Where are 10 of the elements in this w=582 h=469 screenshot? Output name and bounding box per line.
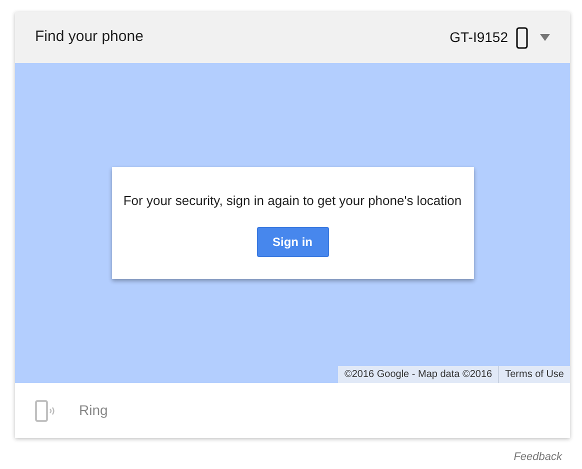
device-dropdown[interactable]: GT-I9152 (450, 27, 508, 48)
ringing-phone-icon (35, 398, 55, 422)
page-title: Find your phone (35, 27, 144, 48)
map-attribution: ©2016 Google - Map data ©2016 (343, 368, 494, 382)
security-message: For your security, sign in again to get your phone's location (123, 192, 462, 210)
dropdown-arrow-icon[interactable] (540, 34, 550, 41)
phone-icon (516, 26, 528, 48)
sign-in-button[interactable]: Sign in (256, 226, 328, 257)
feedback-link[interactable]: Feedback (514, 438, 582, 466)
terms-link[interactable]: Terms of Use (498, 366, 570, 383)
